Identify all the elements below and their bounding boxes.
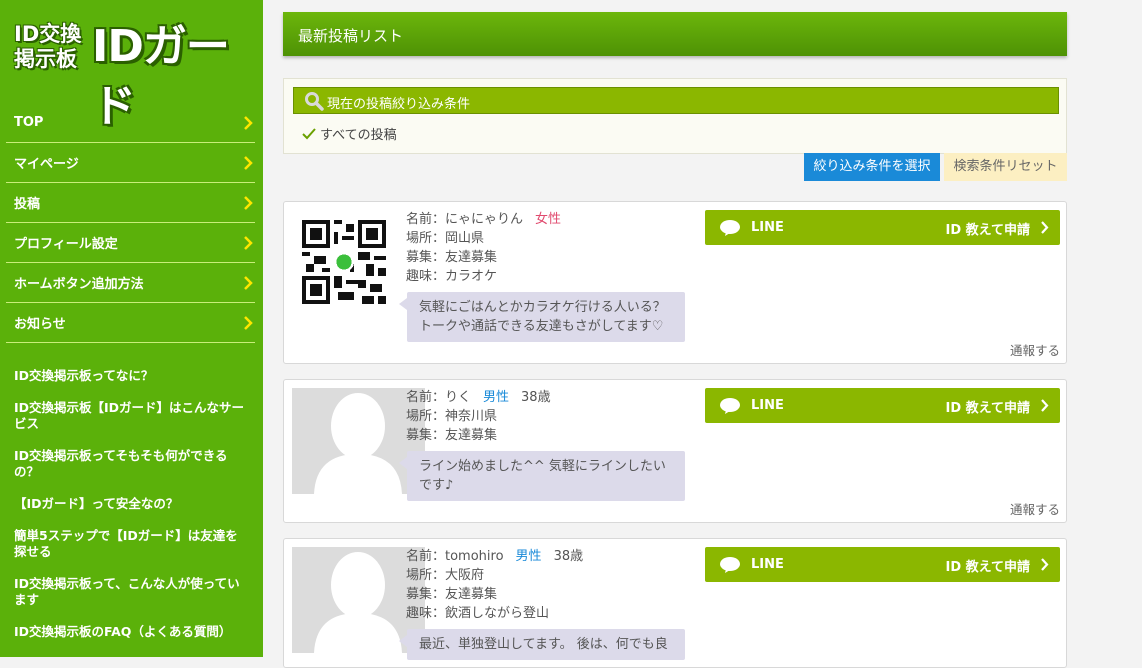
post-gender: 男性	[483, 390, 510, 405]
report-link[interactable]: 通報する	[1010, 340, 1060, 359]
select-filter-button[interactable]: 絞り込み条件を選択	[804, 153, 940, 181]
nav-item-profile-settings[interactable]: プロフィール設定	[6, 223, 255, 263]
sidebar-link[interactable]: 【IDガード】って安全なの？	[14, 496, 250, 512]
chevron-right-icon	[1041, 399, 1049, 412]
request-label: ID 教えて申請	[945, 560, 1030, 575]
nav-item-label: マイページ	[14, 157, 79, 172]
post-card: 名前：tomohiro 男性 38歳 場所：大阪府 募集：友達募集 趣味：飲酒しなが…	[283, 538, 1067, 668]
line-id-request-button[interactable]: LINE ID 教えて申請	[705, 210, 1060, 245]
post-name: 名前：tomohiro	[406, 549, 504, 564]
filter-heading-label: 現在の投稿絞り込み条件	[327, 97, 471, 112]
request-label: ID 教えて申請	[945, 401, 1030, 416]
chevron-right-icon	[244, 275, 253, 290]
sidebar: ID交換 掲示板 IDガード TOP マイページ 投稿 プロフィール設定 ホーム…	[0, 0, 263, 657]
post-message: 最近、単独登山してます。 後は、何でも良	[399, 629, 685, 660]
page-title-bar: 最新投稿リスト	[283, 12, 1067, 56]
post-purpose: 募集：友達募集	[406, 428, 498, 443]
report-link[interactable]: 通報する	[1010, 499, 1060, 518]
line-label: LINE	[751, 398, 784, 413]
line-label: LINE	[751, 557, 784, 572]
post-card: 名前：にゃにゃりん 女性 場所：岡山県 募集：友達募集 趣味：カラオケ 気軽にごは…	[283, 201, 1067, 364]
chat-bubble-icon	[720, 398, 740, 414]
post-card: 名前：りく 男性 38歳 場所：神奈川県 募集：友達募集 ライン始めました^^ 気軽…	[283, 379, 1067, 523]
nav-item-top[interactable]: TOP	[6, 103, 255, 143]
post-hobby: 趣味：カラオケ	[406, 269, 498, 284]
post-info: 名前：にゃにゃりん 女性 場所：岡山県 募集：友達募集 趣味：カラオケ	[406, 210, 561, 286]
sidebar-link[interactable]: ID交換掲示板のFAQ（よくある質問）	[14, 624, 250, 640]
post-place: 場所：大阪府	[406, 568, 485, 583]
filter-current: すべての投稿	[302, 124, 397, 143]
post-info: 名前：tomohiro 男性 38歳 場所：大阪府 募集：友達募集 趣味：飲酒しなが…	[406, 547, 583, 623]
chevron-right-icon	[244, 315, 253, 330]
post-age: 38歳	[553, 549, 584, 564]
chevron-right-icon	[244, 235, 253, 250]
sidebar-link[interactable]: ID交換掲示板ってなに？	[14, 368, 250, 384]
qr-code-icon	[302, 220, 386, 304]
post-info: 名前：りく 男性 38歳 場所：神奈川県 募集：友達募集	[406, 388, 551, 445]
sidebar-link[interactable]: ID交換掲示板ってそもそも何ができるの？	[14, 448, 250, 480]
filter-panel: 現在の投稿絞り込み条件 すべての投稿	[283, 78, 1067, 154]
post-age: 38歳	[521, 390, 551, 405]
nav-item-mypage[interactable]: マイページ	[6, 143, 255, 183]
nav-item-label: ホームボタン追加方法	[14, 277, 144, 292]
nav-item-post[interactable]: 投稿	[6, 183, 255, 223]
request-label: ID 教えて申請	[945, 223, 1030, 238]
line-id-request-button[interactable]: LINE ID 教えて申請	[705, 547, 1060, 582]
sidebar-nav: TOP マイページ 投稿 プロフィール設定 ホームボタン追加方法 お知らせ	[6, 103, 255, 343]
logo-small-text: ID交換 掲示板	[14, 22, 82, 71]
nav-item-label: 投稿	[14, 197, 41, 212]
post-place: 場所：岡山県	[406, 231, 485, 246]
post-name: 名前：にゃにゃりん	[406, 212, 524, 227]
post-name: 名前：りく	[406, 390, 472, 405]
chevron-right-icon	[1041, 558, 1049, 571]
post-gender: 男性	[515, 549, 542, 564]
filter-heading: 現在の投稿絞り込み条件	[293, 87, 1059, 114]
chat-bubble-icon	[720, 220, 740, 236]
search-icon	[305, 92, 324, 111]
nav-item-label: プロフィール設定	[14, 237, 118, 252]
sidebar-link[interactable]: ID交換掲示板って、こんな人が使っています	[14, 576, 250, 608]
filter-current-label: すべての投稿	[320, 128, 397, 143]
chat-bubble-icon	[720, 557, 740, 573]
post-hobby: 趣味：飲酒しながら登山	[406, 606, 550, 621]
chevron-right-icon	[244, 115, 253, 130]
sidebar-article-links: ID交換掲示板ってなに？ ID交換掲示板【IDガード】はこんなサービス ID交換…	[14, 368, 250, 656]
sidebar-link[interactable]: 簡単5ステップで【IDガード】は友達を探せる	[14, 528, 250, 560]
check-icon	[302, 127, 316, 139]
nav-item-news[interactable]: お知らせ	[6, 303, 255, 343]
nav-item-label: お知らせ	[14, 317, 66, 332]
chevron-right-icon	[244, 195, 253, 210]
post-place: 場所：神奈川県	[406, 409, 498, 424]
line-id-request-button[interactable]: LINE ID 教えて申請	[705, 388, 1060, 423]
page-title: 最新投稿リスト	[298, 27, 404, 45]
nav-item-home-button[interactable]: ホームボタン追加方法	[6, 263, 255, 303]
reset-filter-button[interactable]: 検索条件リセット	[944, 153, 1067, 181]
site-logo[interactable]: ID交換 掲示板 IDガード	[14, 20, 246, 132]
chevron-right-icon	[244, 155, 253, 170]
post-purpose: 募集：友達募集	[406, 587, 498, 602]
chevron-right-icon	[1041, 221, 1049, 234]
post-message: ライン始めました^^ 気軽にラインしたいです♪	[399, 451, 685, 501]
post-purpose: 募集：友達募集	[406, 250, 498, 265]
sidebar-link[interactable]: ID交換掲示板【IDガード】はこんなサービス	[14, 400, 250, 432]
line-label: LINE	[751, 220, 784, 235]
post-message: 気軽にごはんとかカラオケ行ける人いる？トークや通話できる友達もさがしてます♡	[399, 292, 685, 342]
nav-item-label: TOP	[14, 115, 44, 130]
post-gender: 女性	[535, 212, 562, 227]
